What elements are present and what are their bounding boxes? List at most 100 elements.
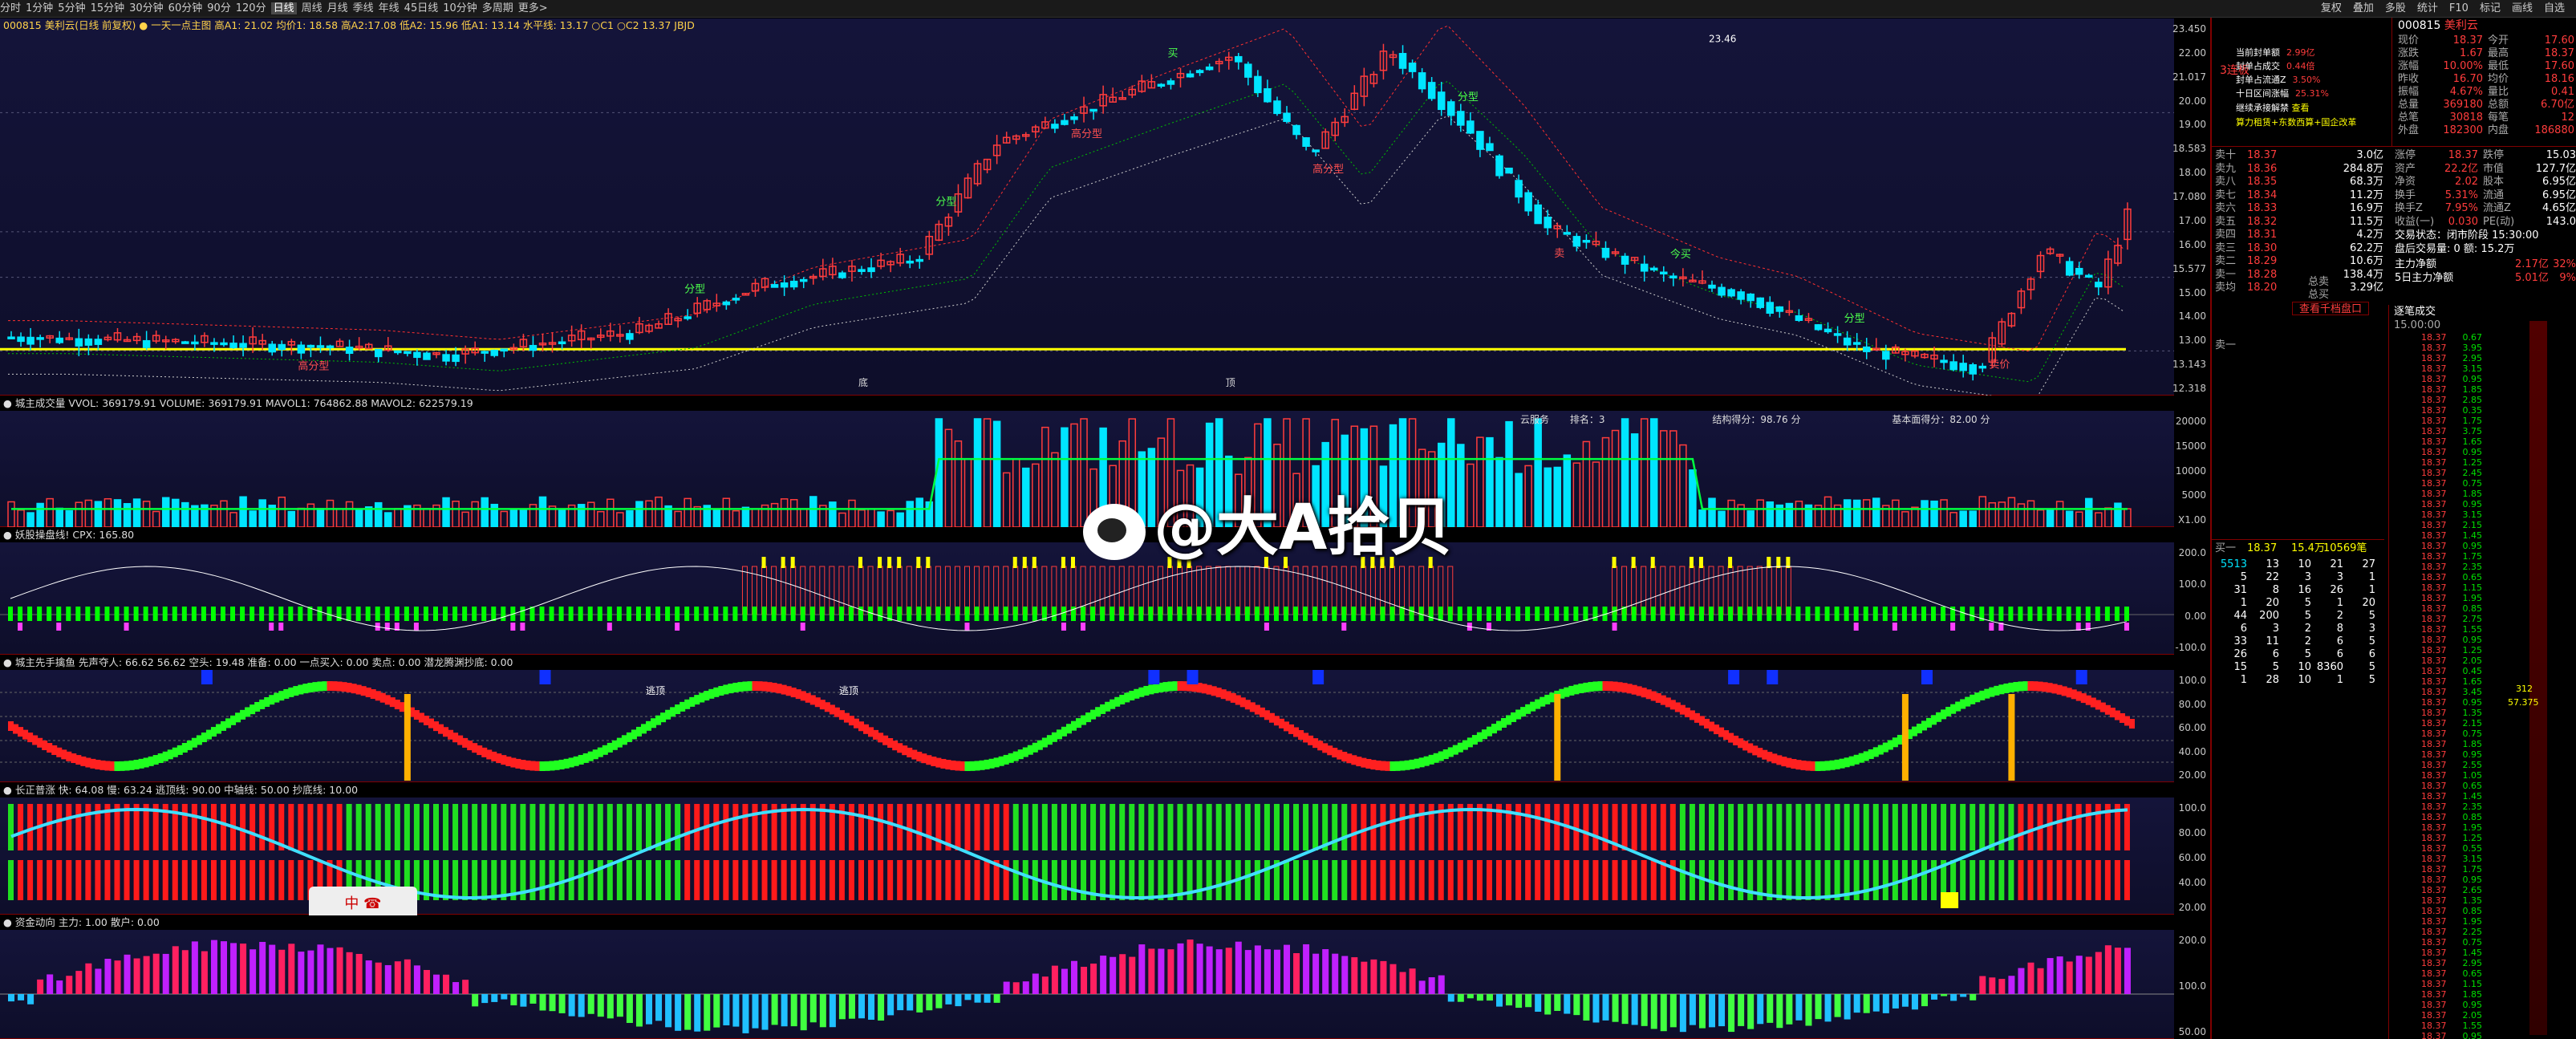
period-tab[interactable]: 季线 bbox=[353, 2, 374, 14]
candle-body[interactable] bbox=[1959, 363, 1967, 371]
candle-body[interactable] bbox=[558, 341, 566, 345]
period-tab[interactable]: 分时 bbox=[0, 2, 21, 14]
candle-body[interactable] bbox=[26, 336, 34, 345]
buy-one-row[interactable]: 买一 18.37 15.4万 10569笔 bbox=[2215, 542, 2383, 555]
candle-body[interactable] bbox=[915, 258, 924, 262]
candle-body[interactable] bbox=[1398, 53, 1407, 69]
candle-body[interactable] bbox=[2075, 267, 2083, 275]
candle-body[interactable] bbox=[1476, 131, 1484, 150]
candle-body[interactable] bbox=[1418, 72, 1426, 90]
candle-body[interactable] bbox=[722, 301, 731, 306]
candle-body[interactable] bbox=[1273, 100, 1281, 115]
candle-body[interactable] bbox=[1195, 70, 1204, 74]
period-tab[interactable]: 更多> bbox=[518, 2, 548, 14]
candle-body[interactable] bbox=[529, 344, 538, 351]
candle-body[interactable] bbox=[1775, 306, 1784, 312]
candle-body[interactable] bbox=[1563, 232, 1572, 235]
ask-row[interactable]: 卖八 18.35 68.3万 bbox=[2215, 175, 2383, 189]
candle-body[interactable] bbox=[1640, 263, 1649, 272]
candle-body[interactable] bbox=[2085, 274, 2093, 278]
candle-body[interactable] bbox=[210, 342, 218, 345]
candle-body[interactable] bbox=[75, 338, 83, 347]
candle-body[interactable] bbox=[626, 333, 634, 340]
candle-body[interactable] bbox=[1235, 55, 1243, 63]
candle-body[interactable] bbox=[17, 336, 25, 343]
candle-body[interactable] bbox=[268, 343, 276, 353]
candle-body[interactable] bbox=[316, 345, 325, 348]
candle-body[interactable] bbox=[1718, 286, 1726, 296]
candle-body[interactable] bbox=[1186, 73, 1195, 78]
candle-body[interactable] bbox=[1621, 255, 1629, 265]
ask-row[interactable]: 卖均 18.20 3.29亿 bbox=[2215, 281, 2383, 294]
candle-body[interactable] bbox=[732, 298, 740, 301]
candle-body[interactable] bbox=[2095, 282, 2103, 288]
kline-chart[interactable]: 高分型分型买高分型分型卖今买分型卖价高分型分型买分型高分型23.46底顶 bbox=[0, 18, 2174, 396]
period-tab[interactable]: 10分钟 bbox=[443, 2, 477, 14]
candle-body[interactable] bbox=[1254, 75, 1262, 94]
candle-body[interactable] bbox=[1544, 217, 1552, 229]
candle-body[interactable] bbox=[1515, 180, 1523, 198]
ask-row[interactable]: 卖五 18.32 11.5万 bbox=[2215, 215, 2383, 229]
fund-panel[interactable] bbox=[0, 930, 2174, 1039]
candle-body[interactable] bbox=[1486, 143, 1494, 152]
period-tab[interactable]: 多周期 bbox=[482, 2, 513, 14]
candle-body[interactable] bbox=[1949, 361, 1957, 371]
candle-body[interactable] bbox=[413, 351, 421, 359]
period-tab[interactable]: 5分钟 bbox=[58, 2, 85, 14]
candle-body[interactable] bbox=[55, 337, 63, 343]
candle-body[interactable] bbox=[345, 347, 354, 355]
candle-body[interactable] bbox=[780, 282, 789, 288]
candle-body[interactable] bbox=[404, 351, 412, 355]
candle-body[interactable] bbox=[684, 316, 692, 319]
ask-row[interactable]: 卖二 18.29 10.6万 bbox=[2215, 254, 2383, 268]
main-kline-panel[interactable]: 000815 美利云(日线 前复权) ● 一天一点主图 高A1: 21.02 均… bbox=[0, 18, 2174, 396]
candle-body[interactable] bbox=[1302, 137, 1310, 147]
candle-body[interactable] bbox=[278, 343, 286, 351]
candle-body[interactable] bbox=[1051, 124, 1059, 129]
candle-body[interactable] bbox=[1862, 346, 1871, 352]
candle-body[interactable] bbox=[1601, 247, 1610, 258]
osc-chart[interactable]: 逃顶 逃顶 bbox=[0, 670, 2174, 782]
period-tab[interactable]: 年线 bbox=[379, 2, 400, 14]
ask-row[interactable]: 卖七 18.34 11.2万 bbox=[2215, 189, 2383, 202]
candle-body[interactable] bbox=[36, 337, 44, 340]
candle-body[interactable] bbox=[1833, 333, 1842, 336]
ask-row[interactable]: 卖六 18.33 16.9万 bbox=[2215, 201, 2383, 215]
candle-body[interactable] bbox=[770, 284, 779, 288]
candle-body[interactable] bbox=[1572, 236, 1581, 247]
candle-body[interactable] bbox=[1264, 87, 1272, 103]
candle-body[interactable] bbox=[1466, 120, 1475, 134]
candle-body[interactable] bbox=[1437, 91, 1446, 111]
candle-body[interactable] bbox=[1649, 267, 1658, 271]
candle-body[interactable] bbox=[1969, 364, 1977, 375]
candle-body[interactable] bbox=[220, 342, 228, 346]
candle-body[interactable] bbox=[867, 267, 875, 273]
candle-body[interactable] bbox=[1157, 83, 1166, 87]
candle-body[interactable] bbox=[1283, 112, 1291, 123]
candle-body[interactable] bbox=[297, 344, 306, 354]
candle-body[interactable] bbox=[1427, 82, 1436, 99]
candle-body[interactable] bbox=[906, 260, 914, 264]
candle-body[interactable] bbox=[1534, 204, 1542, 225]
candle-body[interactable] bbox=[1843, 337, 1852, 346]
candle-body[interactable] bbox=[94, 339, 103, 345]
candle-body[interactable] bbox=[1582, 240, 1591, 243]
toolbar-action[interactable]: 画线 bbox=[2512, 2, 2533, 14]
ask-row[interactable]: 卖一 18.28 138.4万 bbox=[2215, 268, 2383, 282]
candle-body[interactable] bbox=[1940, 359, 1948, 363]
candle-body[interactable] bbox=[306, 344, 315, 348]
candle-body[interactable] bbox=[1205, 66, 1214, 71]
fund-chart[interactable] bbox=[0, 930, 2174, 1039]
candle-body[interactable] bbox=[1814, 324, 1823, 331]
candle-body[interactable] bbox=[181, 341, 189, 344]
candle-body[interactable] bbox=[229, 343, 237, 348]
candle-body[interactable] bbox=[1737, 291, 1745, 300]
toolbar-action[interactable]: 标记 bbox=[2480, 2, 2501, 14]
candle-body[interactable] bbox=[7, 336, 15, 339]
candle-body[interactable] bbox=[1708, 284, 1716, 289]
tick-list[interactable]: 逐笔成交 15.00:00 18.37 0.67 18.37 3.95 18.37 2.9… bbox=[2388, 305, 2576, 1039]
ask-row[interactable]: 卖四 18.31 4.2万 bbox=[2215, 228, 2383, 241]
candle-body[interactable] bbox=[1457, 111, 1465, 126]
period-tab[interactable]: 月线 bbox=[327, 2, 348, 14]
period-tab[interactable]: 日线 bbox=[270, 2, 297, 14]
